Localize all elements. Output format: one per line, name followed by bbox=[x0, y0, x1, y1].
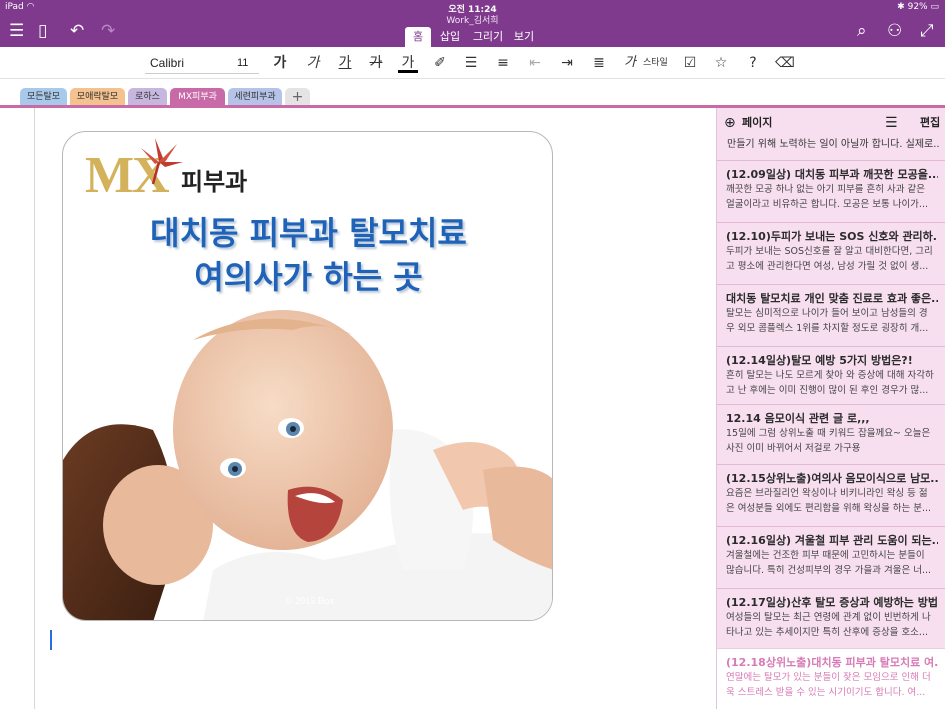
add-person-icon[interactable]: ⚇ bbox=[887, 21, 902, 41]
page-snippet: 흔히 탈모는 나도 모르게 찾아 와 증상에 대해 자각하 bbox=[726, 370, 934, 381]
add-page-icon[interactable]: ⊕ bbox=[724, 108, 736, 138]
note-canvas[interactable]: MX 피부과 대치동 피부과 탈모치료 여의사가 하는 곳 © 2015 Box bbox=[0, 108, 716, 709]
page-title: (12.09일상) 대치동 피부과 깨끗한 모공을... bbox=[726, 168, 938, 181]
bold-button[interactable]: 가 bbox=[270, 52, 290, 74]
headline-line-1: 대치동 피부과 탈모치료 bbox=[150, 214, 467, 252]
page-margin-line bbox=[34, 108, 35, 709]
page-snippet: 고 평소에 관리한다면 여성, 남성 가릴 것 없이 생... bbox=[726, 261, 929, 272]
battery-indicator: ✱ 92% ▭ bbox=[897, 2, 939, 12]
page-snippet: 우 외모 콤플렉스 1위를 차지할 정도로 굉장히 개... bbox=[726, 323, 929, 334]
font-size-field[interactable]: 11 bbox=[237, 52, 259, 74]
search-icon[interactable]: ⌕ bbox=[857, 21, 867, 41]
formatting-toolbar: Calibri 11 가 가 가 가 가 ✐ ☰ ≡ ⇤ ⇥ ≣ 가 스타일 ☑… bbox=[0, 47, 945, 79]
page-snippet: 15일에 그럼 상위노출 때 키워드 잡을께요~ 오늘은 bbox=[726, 428, 931, 439]
help-button[interactable]: ? bbox=[743, 52, 763, 74]
copyright-text: © 2015 Box bbox=[285, 596, 335, 607]
page-snippet-partial[interactable]: 만들기 위해 노력하는 일이 아닐까 합니다. 실제로... bbox=[727, 138, 939, 152]
undo-icon[interactable]: ↶ bbox=[70, 21, 84, 41]
page-snippet: 사진 이미 바뀌어서 저걸로 가구용 bbox=[726, 443, 861, 454]
page-snippet: 겨울철에는 건조한 피부 때문에 고민하시는 분들이 bbox=[726, 550, 925, 561]
page-title: 대치동 탈모치료 개인 맞춤 진료로 효과 좋은... bbox=[726, 292, 938, 305]
text-cursor bbox=[50, 630, 52, 650]
page-title: (12.16일상) 겨울철 피부 관리 도움이 되는... bbox=[726, 534, 938, 547]
page-snippet: 얼굴이라고 비유하곤 합니다. 모공은 보통 나이가... bbox=[726, 199, 928, 210]
battery-icon: ▭ bbox=[930, 2, 939, 12]
status-bar: iPad ◠ 오전 11:24 ✱ 92% ▭ bbox=[0, 0, 945, 15]
align-icon[interactable]: ≣ bbox=[589, 52, 609, 74]
page-snippet: 두피가 보내는 SOS신호를 잘 알고 대비한다면, 그리 bbox=[726, 246, 933, 257]
mother-baby-photo bbox=[63, 310, 552, 620]
redo-icon[interactable]: ↷ bbox=[101, 21, 115, 41]
style-glyph[interactable]: 가 bbox=[620, 52, 640, 74]
bluetooth-icon: ✱ bbox=[897, 2, 905, 12]
italic-button[interactable]: 가 bbox=[303, 52, 323, 74]
tab-view[interactable]: 보기 bbox=[511, 27, 537, 47]
hamburger-menu-icon[interactable]: ☰ bbox=[9, 21, 24, 41]
page-title: (12.17일상)산후 탈모 증상과 예방하는 방법... bbox=[726, 596, 938, 609]
indent-icon[interactable]: ⇥ bbox=[557, 52, 577, 74]
page-list-header: ⊕ 페이지 ☰ 편집 bbox=[717, 108, 945, 138]
logo-clinic-text: 피부과 bbox=[181, 167, 248, 196]
page-snippet: 여성들의 탈모는 최근 연령에 관계 없이 빈번하게 나 bbox=[726, 612, 931, 623]
page-item[interactable]: (12.15상위노출)여의사 음모이식으로 남모... 요즘은 브라질리언 왁싱… bbox=[717, 464, 945, 528]
page-item[interactable]: 12.14 음모이식 관련 글 로,,, 15일에 그럼 상위노출 때 키워드 … bbox=[717, 404, 945, 468]
checkbox-icon[interactable]: ☑ bbox=[680, 52, 700, 74]
page-item-selected[interactable]: (12.18상위노출)대치동 피부과 탈모치료 여... 연말에는 탈모가 있는… bbox=[717, 648, 945, 709]
clinic-image[interactable]: MX 피부과 대치동 피부과 탈모치료 여의사가 하는 곳 © 2015 Box bbox=[62, 131, 553, 621]
page-snippet: 요즘은 브라질리언 왁싱이나 비키니라인 왁싱 등 젊 bbox=[726, 488, 928, 499]
numbered-list-icon[interactable]: ≡ bbox=[493, 52, 513, 74]
highlighter-icon[interactable]: ✐ bbox=[430, 52, 450, 74]
page-snippet: 고 난 후에는 이미 진행이 많이 된 후인 경우가 많... bbox=[726, 385, 929, 396]
outdent-icon[interactable]: ⇤ bbox=[525, 52, 545, 74]
styles-button[interactable]: 스타일 bbox=[643, 52, 668, 74]
font-name-field[interactable]: Calibri bbox=[145, 52, 237, 74]
star-tag-icon[interactable]: ☆ bbox=[711, 52, 731, 74]
clear-formatting-icon[interactable]: ⌫ bbox=[775, 52, 795, 74]
fullscreen-icon[interactable]: ⤢ bbox=[920, 21, 934, 41]
page-title: (12.10)두피가 보내는 SOS 신호와 관리하... bbox=[726, 230, 938, 243]
page-item[interactable]: (12.10)두피가 보내는 SOS 신호와 관리하... 두피가 보내는 SO… bbox=[717, 222, 945, 286]
font-color-swatch bbox=[398, 70, 418, 73]
page-snippet: 탈모는 심미적으로 나이가 들어 보이고 남성들의 경 bbox=[726, 308, 928, 319]
battery-percent: 92% bbox=[907, 2, 928, 12]
page-item[interactable]: (12.16일상) 겨울철 피부 관리 도움이 되는... 겨울철에는 건조한 … bbox=[717, 526, 945, 590]
logo-flower-icon bbox=[141, 138, 183, 185]
page-list-panel: ⊕ 페이지 ☰ 편집 만들기 위해 노력하는 일이 아닐까 합니다. 실제로..… bbox=[716, 108, 945, 709]
headline-line-2: 여의사가 하는 곳 bbox=[194, 258, 423, 296]
edit-button[interactable]: 편집 bbox=[920, 108, 940, 138]
page-snippet: 연말에는 탈모가 있는 분들이 잦은 모임으로 인해 더 bbox=[726, 672, 931, 683]
notebook-title: Work_김서희 bbox=[446, 16, 499, 26]
app-header: iPad ◠ 오전 11:24 ✱ 92% ▭ Work_김서희 ☰ ▯ ↶ ↷… bbox=[0, 0, 945, 47]
page-snippet: 타나고 있는 추세이지만 특히 산후에 증상을 호소... bbox=[726, 627, 928, 638]
page-item[interactable]: 대치동 탈모치료 개인 맞춤 진료로 효과 좋은... 탈모는 심미적으로 나이… bbox=[717, 284, 945, 348]
page-item[interactable]: (12.09일상) 대치동 피부과 깨끗한 모공을... 깨끗한 모공 하나 없… bbox=[717, 160, 945, 224]
page-snippet: 많습니다. 특히 건성피부의 경우 가을과 겨울은 너... bbox=[726, 565, 931, 576]
tab-draw[interactable]: 그리기 bbox=[471, 27, 505, 47]
page-title: (12.18상위노출)대치동 피부과 탈모치료 여... bbox=[726, 656, 938, 669]
tab-insert[interactable]: 삽입 bbox=[437, 27, 463, 47]
tab-home[interactable]: 홈 bbox=[405, 27, 431, 47]
bullet-list-icon[interactable]: ☰ bbox=[461, 52, 481, 74]
page-snippet: 은 여성분들 외에도 편리함을 위해 왁싱을 하는 분... bbox=[726, 503, 931, 514]
page-title: (12.14일상)탈모 예방 5가지 방법은?! bbox=[726, 354, 913, 367]
page-title: 12.14 음모이식 관련 글 로,,, bbox=[726, 412, 870, 425]
page-item[interactable]: (12.14일상)탈모 예방 5가지 방법은?! 흔히 탈모는 나도 모르게 찾… bbox=[717, 346, 945, 410]
list-view-icon[interactable]: ☰ bbox=[885, 108, 898, 138]
strikethrough-button[interactable]: 가 bbox=[366, 52, 386, 74]
page-item[interactable]: (12.17일상)산후 탈모 증상과 예방하는 방법... 여성들의 탈모는 최… bbox=[717, 588, 945, 652]
notebooks-panel-icon[interactable]: ▯ bbox=[38, 21, 47, 41]
add-page-button[interactable]: 페이지 bbox=[742, 108, 772, 138]
underline-button[interactable]: 가 bbox=[335, 52, 355, 74]
page-title: (12.15상위노출)여의사 음모이식으로 남모... bbox=[726, 472, 938, 485]
section-tabs: 모든탈모 모애락탈모 로하스 MX피부과 세련피부과 + bbox=[0, 80, 945, 107]
page-snippet: 욱 스트레스 받을 수 있는 시기이기도 합니다. 여... bbox=[726, 687, 926, 698]
page-snippet: 깨끗한 모공 하나 없는 아기 피부를 흔히 사과 같은 bbox=[726, 184, 925, 195]
